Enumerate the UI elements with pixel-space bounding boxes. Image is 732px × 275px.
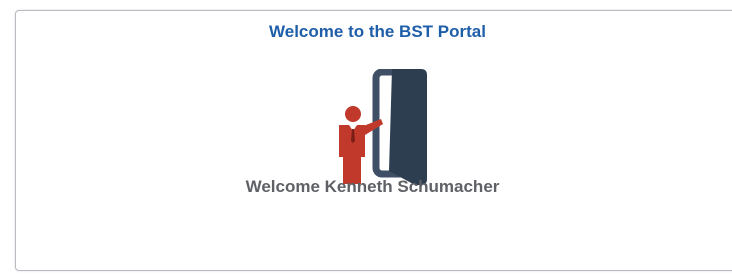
person-at-open-door-icon: [319, 68, 431, 187]
welcome-user-text: Welcome Kenneth Schumacher: [245, 177, 500, 196]
tile-title: Welcome to the BST Portal: [269, 22, 486, 41]
welcome-tile[interactable]: Welcome to the BST Portal Welcome Kennet…: [15, 10, 732, 271]
